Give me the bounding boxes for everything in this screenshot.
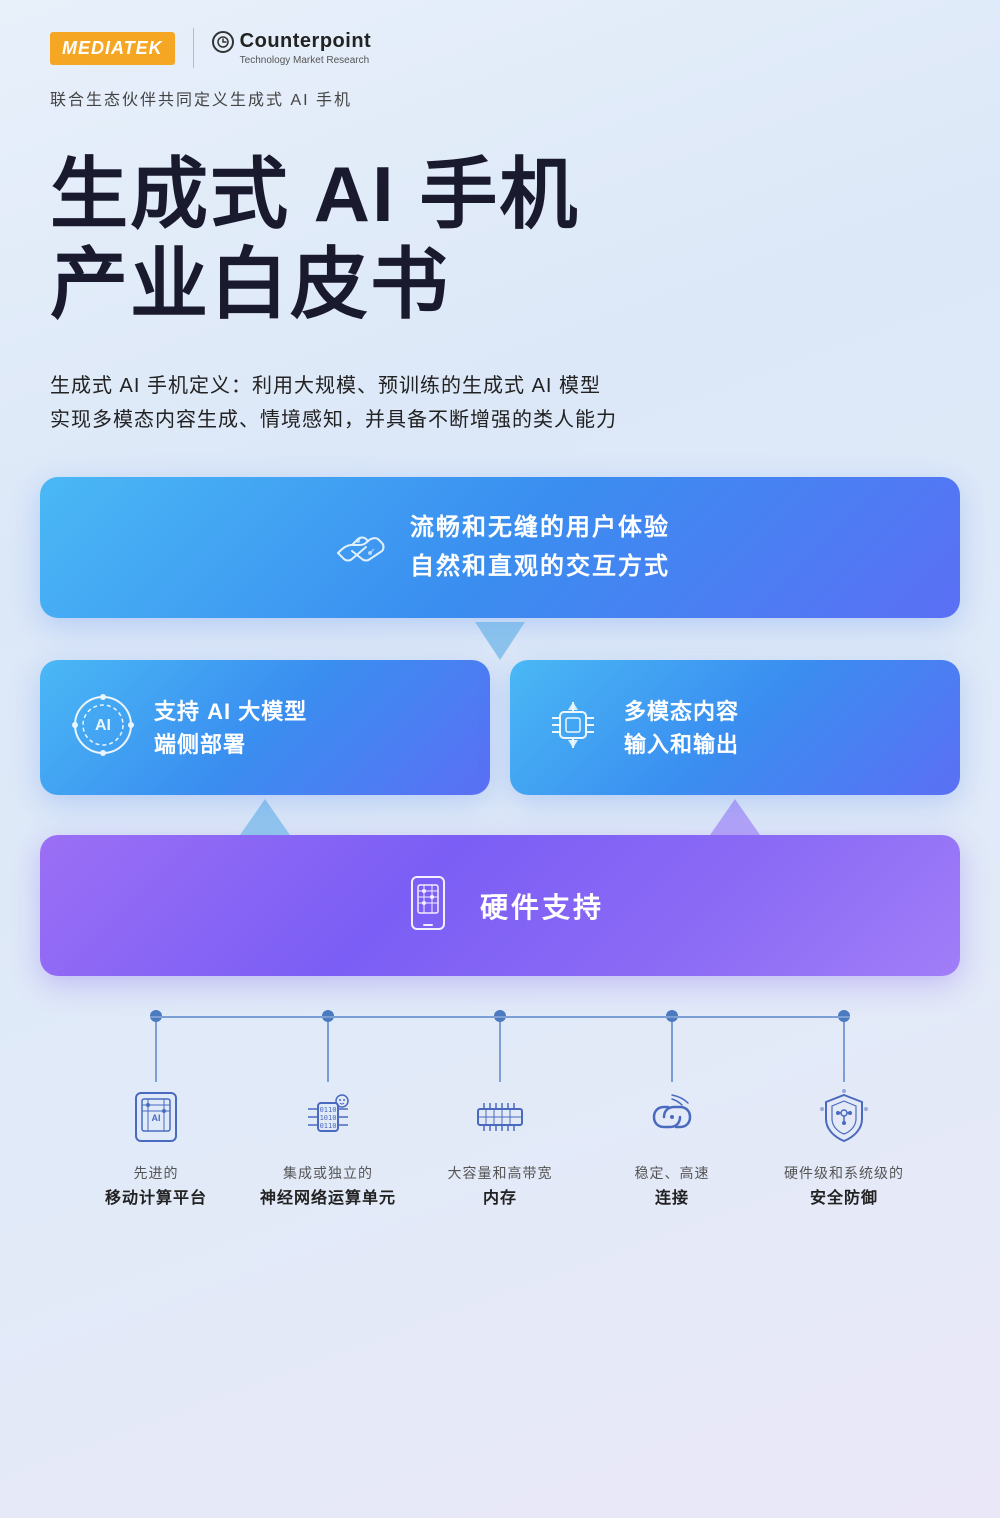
- dot-3: [494, 1010, 506, 1022]
- middle-row: AI 支持 AI 大模型 端侧部署: [40, 660, 960, 795]
- bottom-card-text: 硬件支持: [480, 886, 604, 926]
- connector-item-2: 0110 1010 0110 集成或独立的 神经网络运算单元: [248, 1016, 408, 1208]
- connector-item-3: 大容量和高带宽 内存: [420, 1016, 580, 1208]
- subtitle-text: 联合生态伙伴共同定义生成式 AI 手机: [50, 92, 352, 109]
- item3-label-small: 大容量和高带宽: [448, 1164, 553, 1184]
- header: MEDIATEK Counterpoint Technology Market …: [0, 0, 1000, 78]
- arrows-middle: [40, 799, 960, 835]
- item5-label-bold: 安全防御: [810, 1184, 878, 1208]
- dot-1: [150, 1010, 162, 1022]
- definition-section: 生成式 AI 手机定义：利用大规模、预训练的生成式 AI 模型 实现多模态内容生…: [0, 349, 1000, 467]
- definition-line2: 实现多模态内容生成、情境感知，并具备不断增强的类人能力: [50, 403, 950, 437]
- arrow-down-top: [40, 622, 960, 660]
- bottom-card: 硬件支持: [40, 835, 960, 976]
- main-title-section: 生成式 AI 手机 产业白皮书: [0, 110, 1000, 349]
- mid-card-right: 多模态内容 输入和输出: [510, 660, 960, 795]
- item2-label-bold: 神经网络运算单元: [260, 1184, 396, 1208]
- neural-unit-icon: 0110 1010 0110: [293, 1082, 363, 1152]
- line-v-2: [327, 1022, 329, 1082]
- svg-text:0110: 0110: [320, 1106, 337, 1114]
- connector-section: AI 先进的 移动计算平台: [0, 1016, 1000, 1238]
- mid-right-line1: 多模态内容: [624, 695, 739, 728]
- arrow-up-right: [510, 799, 960, 835]
- item3-label-bold: 内存: [483, 1184, 517, 1208]
- logo-divider: [193, 28, 194, 68]
- item1-label-bold: 移动计算平台: [105, 1184, 207, 1208]
- definition-line1: 生成式 AI 手机定义：利用大规模、预训练的生成式 AI 模型: [50, 369, 950, 403]
- mid-card-left-text: 支持 AI 大模型 端侧部署: [154, 695, 307, 761]
- item5-label-small: 硬件级和系统级的: [784, 1164, 904, 1184]
- mid-right-line2: 输入和输出: [624, 728, 739, 761]
- connection-icon: [637, 1082, 707, 1152]
- connector-item-5: 硬件级和系统级的 安全防御: [764, 1016, 924, 1208]
- main-title: 生成式 AI 手机 产业白皮书: [50, 150, 950, 329]
- diagram-section: 流畅和无缝的用户体验 自然和直观的交互方式 AI: [0, 467, 1000, 1016]
- connector-item-1: AI 先进的 移动计算平台: [76, 1016, 236, 1208]
- dot-5: [838, 1010, 850, 1022]
- counterpoint-subtitle: Technology Market Research: [212, 55, 372, 66]
- line-v-4: [671, 1022, 673, 1082]
- item4-label-bold: 连接: [655, 1184, 689, 1208]
- bottom-card-label: 硬件支持: [480, 886, 604, 926]
- security-icon: [809, 1082, 879, 1152]
- line-v-5: [843, 1022, 845, 1082]
- top-card: 流畅和无缝的用户体验 自然和直观的交互方式: [40, 477, 960, 618]
- svg-text:AI: AI: [152, 1113, 161, 1123]
- counterpoint-icon: [212, 31, 234, 53]
- mid-card-left: AI 支持 AI 大模型 端侧部署: [40, 660, 490, 795]
- counterpoint-name: Counterpoint: [240, 30, 372, 53]
- subtitle-bar: 联合生态伙伴共同定义生成式 AI 手机: [0, 78, 1000, 110]
- mobile-compute-icon: AI: [121, 1082, 191, 1152]
- ai-icon: AI: [68, 690, 138, 765]
- item4-label-small: 稳定、高速: [635, 1164, 710, 1184]
- connector-item-4: 稳定、高速 连接: [592, 1016, 752, 1208]
- multimodal-icon: [538, 690, 608, 765]
- svg-text:1010: 1010: [320, 1114, 337, 1122]
- line-v-1: [155, 1022, 157, 1082]
- svg-text:0110: 0110: [320, 1122, 337, 1130]
- mediatek-logo: MEDIATEK: [50, 32, 175, 65]
- item2-label-small: 集成或独立的: [283, 1164, 373, 1184]
- hardware-icon: [396, 871, 460, 940]
- item1-label-small: 先进的: [134, 1164, 179, 1184]
- arrow-up-left: [40, 799, 490, 835]
- svg-text:AI: AI: [95, 717, 111, 734]
- line-v-3: [499, 1022, 501, 1082]
- top-card-line2: 自然和直观的交互方式: [410, 548, 670, 586]
- memory-icon: [465, 1082, 535, 1152]
- top-card-line1: 流畅和无缝的用户体验: [410, 509, 670, 547]
- dot-4: [666, 1010, 678, 1022]
- handshake-icon: [330, 515, 390, 580]
- counterpoint-logo: Counterpoint Technology Market Research: [212, 30, 372, 66]
- mid-left-line1: 支持 AI 大模型: [154, 695, 307, 728]
- dot-2: [322, 1010, 334, 1022]
- top-card-text: 流畅和无缝的用户体验 自然和直观的交互方式: [410, 509, 670, 586]
- connector-lines: AI 先进的 移动计算平台: [40, 1016, 960, 1208]
- mid-left-line2: 端侧部署: [154, 728, 307, 761]
- mid-card-right-text: 多模态内容 输入和输出: [624, 695, 739, 761]
